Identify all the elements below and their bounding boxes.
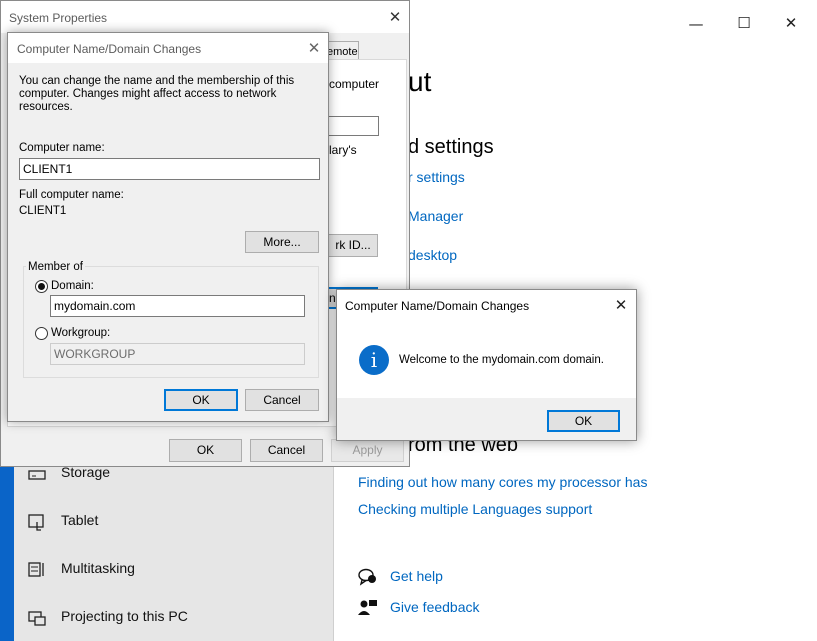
member-of-label: Member of <box>26 261 85 273</box>
get-help-link[interactable]: Get help <box>390 568 443 584</box>
welcome-message: Welcome to the mydomain.com domain. <box>399 354 604 366</box>
workgroup-radio[interactable] <box>35 327 48 340</box>
sidebar-item-label: Multitasking <box>61 560 135 576</box>
give-feedback-link[interactable]: Give feedback <box>390 599 480 615</box>
workgroup-label: Workgroup: <box>51 327 111 339</box>
related-link-1[interactable]: r settings <box>408 169 465 185</box>
close-button[interactable]: ✕ <box>776 13 806 33</box>
cancel-button[interactable]: Cancel <box>245 389 319 411</box>
sidebar-item-tablet[interactable]: Tablet <box>28 507 328 537</box>
dialog-title: Computer Name/Domain Changes <box>17 42 202 56</box>
ok-button[interactable]: OK <box>169 439 242 462</box>
related-link-3[interactable]: desktop <box>408 247 457 263</box>
get-help-icon <box>358 568 378 586</box>
sidebar-item-label: Projecting to this PC <box>61 608 188 624</box>
message-box-title: Computer Name/Domain Changes <box>345 299 530 313</box>
feedback-icon <box>358 598 378 616</box>
domain-input[interactable]: mydomain.com <box>50 295 305 317</box>
sidebar-item-label: Tablet <box>61 512 99 528</box>
cancel-button[interactable]: Cancel <box>250 439 323 462</box>
intro-text: You can change the name and the membersh… <box>19 75 295 113</box>
computer-name-dialog: Computer Name/Domain Changes ✕ You can c… <box>7 32 329 422</box>
info-icon: i <box>359 345 389 375</box>
close-button[interactable]: ✕ <box>304 39 324 57</box>
full-name-value: CLIENT1 <box>19 205 67 217</box>
domain-radio[interactable] <box>35 280 48 293</box>
multitasking-icon <box>28 561 46 579</box>
domain-label: Domain: <box>51 280 94 292</box>
example-fragment: lary's <box>329 143 357 157</box>
workgroup-input[interactable]: WORKGROUP <box>50 343 305 365</box>
ok-button[interactable]: OK <box>547 410 620 432</box>
welcome-message-box: Computer Name/Domain Changes ✕ i Welcome… <box>336 289 637 441</box>
more-button[interactable]: More... <box>245 231 319 253</box>
apply-button[interactable]: Apply <box>331 439 404 462</box>
related-settings-heading: d settings <box>408 136 494 158</box>
tablet-icon <box>28 513 46 531</box>
page-title: ut <box>408 66 432 97</box>
storage-icon <box>28 465 46 483</box>
tab-label: emote <box>327 46 358 58</box>
computer-name-label: Computer name: <box>19 142 105 154</box>
web-link-cores[interactable]: Finding out how many cores my processor … <box>358 474 647 490</box>
web-link-languages[interactable]: Checking multiple Languages support <box>358 501 592 517</box>
sidebar-item-projecting[interactable]: Projecting to this PC <box>28 603 328 633</box>
sidebar-item-multitasking[interactable]: Multitasking <box>28 555 328 585</box>
close-button[interactable]: ✕ <box>383 8 407 26</box>
description-field[interactable] <box>329 116 379 136</box>
minimize-button[interactable]: — <box>681 14 711 34</box>
ok-button[interactable]: OK <box>164 389 238 411</box>
description-fragment: computer <box>329 77 380 91</box>
maximize-button[interactable]: ☐ <box>729 13 759 33</box>
full-name-label: Full computer name: <box>19 189 124 201</box>
close-button[interactable]: ✕ <box>611 296 631 314</box>
projector-icon <box>28 609 46 627</box>
computer-name-input[interactable]: CLIENT1 <box>19 158 320 180</box>
related-link-2[interactable]: Manager <box>408 208 463 224</box>
window-title: System Properties <box>9 11 108 25</box>
network-id-button[interactable]: rk ID... <box>329 234 378 257</box>
